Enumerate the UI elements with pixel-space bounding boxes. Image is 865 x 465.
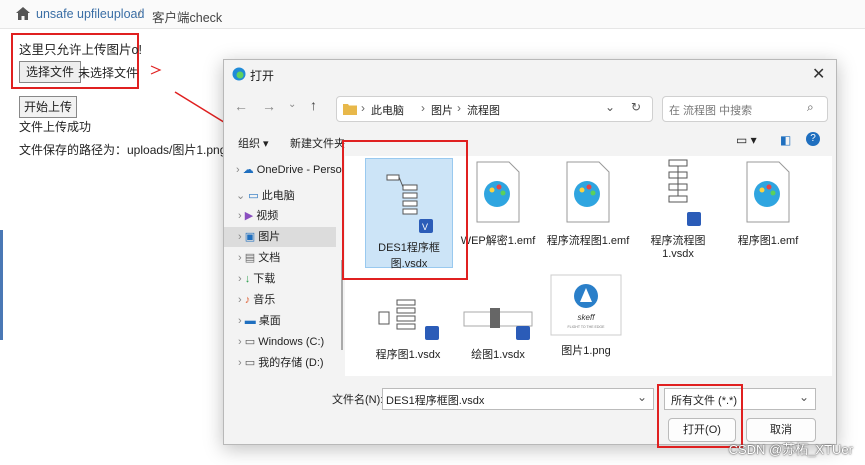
edge-icon <box>232 67 246 81</box>
sidebar-item-pictures[interactable]: › ▣ 图片 <box>224 227 336 247</box>
visio-file-icon <box>668 159 701 226</box>
logo-subtext: FLIGHT TO THE EDGE <box>568 325 606 329</box>
watermark: CSDN @苏柘_XTUer <box>728 442 853 457</box>
file-item[interactable]: 程序流程图1.vsdx <box>635 158 721 260</box>
file-item[interactable]: skeff FLIGHT TO THE EDGE 图片1.png <box>543 274 629 358</box>
small-caret <box>150 65 162 75</box>
sidebar-item-drive-c[interactable]: › ▭ Windows (C:) <box>238 332 324 352</box>
visio-file-icon <box>378 299 439 340</box>
close-icon[interactable]: ✕ <box>812 64 825 84</box>
sidebar-item-onedrive[interactable]: › ☁ OneDrive - Perso <box>236 160 342 180</box>
refresh-icon[interactable]: ↻ <box>631 100 641 114</box>
desktop-icon: ▬ <box>244 315 256 327</box>
filetype-dropdown-icon[interactable]: ⌄ <box>799 390 809 404</box>
address-segment-1[interactable]: 图片 <box>431 102 453 118</box>
search-field[interactable]: 在 流程图 中搜索 ⌕ <box>662 96 828 122</box>
search-icon[interactable]: ⌕ <box>807 100 814 115</box>
address-segment-2[interactable]: 流程图 <box>467 102 500 118</box>
download-icon: ↓ <box>244 273 251 285</box>
back-icon[interactable]: ← <box>234 98 248 114</box>
music-icon: ♪ <box>244 294 251 306</box>
filename-value: DES1程序框图.vsdx <box>386 395 485 407</box>
view-toggle-icon[interactable]: ▭ ▾ <box>736 133 757 147</box>
filename-dropdown-icon[interactable]: ⌄ <box>637 390 647 404</box>
folder-icon <box>343 104 357 115</box>
file-name: 程序流程图1.emf <box>546 235 630 247</box>
organize-menu[interactable]: 组织 ▾ <box>238 135 269 151</box>
paint-file-icon <box>566 161 610 223</box>
address-bar[interactable]: › 此电脑 › 图片 › 流程图 ⌄ ↻ <box>336 96 653 122</box>
search-placeholder: 在 流程图 中搜索 <box>669 105 753 117</box>
visio-file-icon <box>463 308 533 340</box>
new-folder-button[interactable]: 新建文件夹 <box>290 135 345 151</box>
file-name: 图片1.png <box>561 345 611 357</box>
recent-chevron-icon[interactable]: ⌄ <box>288 99 296 110</box>
file-item[interactable]: 程序图1.emf <box>725 160 811 248</box>
navigation-pane: › ☁ OneDrive - Perso ⌄ ▭ 此电脑 › ▶ 视频 › ▣ … <box>224 156 342 376</box>
open-file-dialog: 打开 ✕ ← → ⌄ ↑ › 此电脑 › 图片 › 流程图 ⌄ ↻ 在 流程图 … <box>223 59 837 445</box>
sidebar-item-music[interactable]: › ♪ 音乐 <box>238 290 275 310</box>
logo-text: skeff <box>578 313 596 322</box>
file-item[interactable]: 程序流程图1.emf <box>545 160 631 248</box>
drive-icon: ▭ <box>244 336 256 348</box>
preview-pane-icon[interactable]: ◧ <box>780 133 791 147</box>
address-segment-0[interactable]: 此电脑 <box>371 102 404 118</box>
file-name: 程序图1.emf <box>737 235 799 247</box>
picture-icon: ▣ <box>244 231 256 243</box>
paint-file-icon <box>476 161 520 223</box>
help-icon[interactable]: ? <box>806 132 820 146</box>
forward-icon[interactable]: → <box>262 98 276 114</box>
drive-icon: ▭ <box>244 357 256 369</box>
document-icon: ▤ <box>244 252 256 264</box>
paint-file-icon <box>746 161 790 223</box>
address-dropdown-icon[interactable]: ⌄ <box>605 100 615 114</box>
sidebar-item-desktop[interactable]: › ▬ 桌面 <box>238 311 281 331</box>
dialog-title: 打开 <box>250 69 275 83</box>
sidebar-item-documents[interactable]: › ▤ 文档 <box>238 248 280 268</box>
toolbar: 组织 ▾ 新建文件夹 ▭ ▾ ◧ ? <box>224 128 836 156</box>
file-name: 程序图1.vsdx <box>375 349 441 361</box>
navigation-row: ← → ⌄ ↑ › 此电脑 › 图片 › 流程图 ⌄ ↻ 在 流程图 中搜索 ⌕ <box>224 92 836 124</box>
filename-label: 文件名(N): <box>332 394 384 406</box>
image-file-icon: skeff FLIGHT TO THE EDGE <box>550 274 622 336</box>
sidebar-item-videos[interactable]: › ▶ 视频 <box>238 206 278 226</box>
dialog-titlebar: 打开 ✕ <box>224 60 836 88</box>
sidebar-item-drive-d[interactable]: › ▭ 我的存储 (D:) <box>238 353 324 373</box>
pc-icon: ▭ <box>248 190 259 202</box>
sidebar-item-downloads[interactable]: › ↓ 下载 <box>238 269 275 289</box>
highlight-box-selected-file <box>342 140 468 280</box>
file-item[interactable]: 绘图1.vsdx <box>453 294 543 362</box>
file-item[interactable]: 程序图1.vsdx <box>363 294 453 362</box>
file-name: 绘图1.vsdx <box>471 349 525 361</box>
video-icon: ▶ <box>244 210 254 222</box>
filename-input[interactable]: DES1程序框图.vsdx ⌄ <box>382 388 654 410</box>
cloud-icon: ☁ <box>242 164 254 176</box>
up-icon[interactable]: ↑ <box>310 97 317 113</box>
sidebar-item-this-pc[interactable]: ⌄ ▭ 此电脑 <box>236 186 295 206</box>
dialog-footer: 文件名(N): DES1程序框图.vsdx ⌄ 所有文件 (*.*) ⌄ 打开(… <box>224 378 836 444</box>
file-name: 程序流程图1.vsdx <box>650 235 706 260</box>
